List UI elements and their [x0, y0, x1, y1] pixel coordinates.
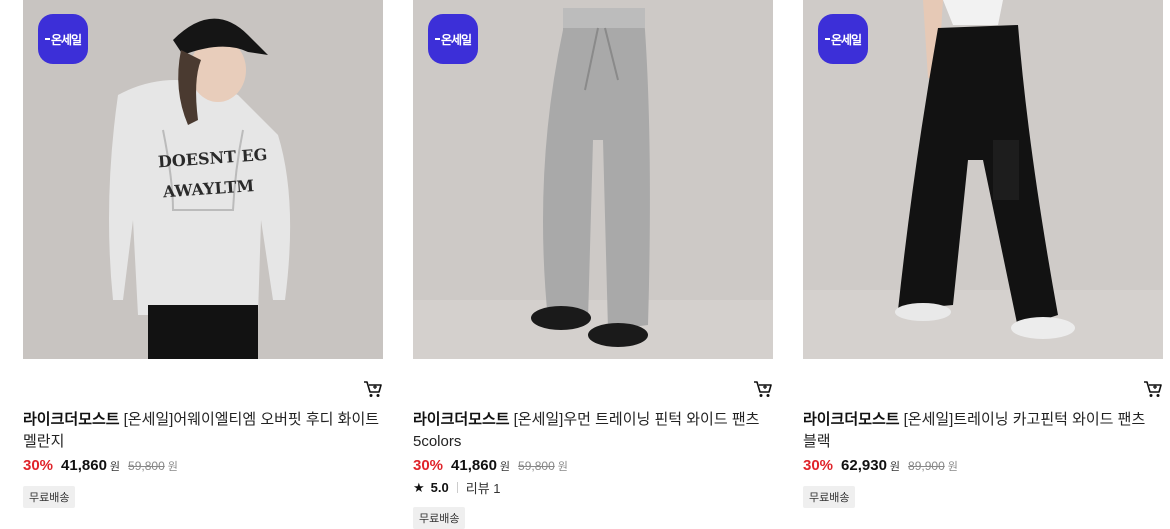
brand-name[interactable]: 라이크더모스트 — [23, 411, 120, 428]
price-row: 30% 41,860 원 59,800 원 — [23, 457, 178, 474]
free-shipping-badge: 무료배송 — [23, 486, 76, 508]
free-shipping-badge: 무료배송 — [803, 486, 856, 508]
product-image[interactable]: 온세일 — [803, 0, 1163, 359]
on-sale-badge: 온세일 — [818, 14, 868, 64]
currency-label: 원 — [109, 461, 121, 473]
review-count[interactable]: 리뷰 1 — [466, 478, 501, 497]
sale-price: 41,860 — [451, 457, 497, 474]
original-price: 59,800 — [518, 459, 555, 473]
currency-label: 원 — [889, 461, 901, 473]
product-title[interactable]: 라이크더모스트 [온세일]우먼 트레이닝 핀턱 와이드 팬츠 5colors — [413, 409, 773, 453]
rating-value: 5.0 — [430, 480, 449, 495]
discount-rate: 30% — [803, 457, 834, 474]
original-price: 89,900 — [908, 459, 945, 473]
discount-rate: 30% — [23, 457, 54, 474]
review-row[interactable]: ★ 5.0 리뷰 1 — [413, 478, 501, 497]
divider — [456, 482, 458, 493]
original-currency-label: 원 — [557, 461, 568, 473]
free-shipping-badge: 무료배송 — [413, 507, 466, 529]
product-title[interactable]: 라이크더모스트 [온세일]어웨이엘티엠 오버핏 후디 화이트멜란지 — [23, 409, 383, 453]
discount-rate: 30% — [413, 457, 444, 474]
on-sale-badge: 온세일 — [428, 14, 478, 64]
price-row: 30% 62,930 원 89,900 원 — [803, 457, 958, 474]
cart-icon[interactable] — [753, 380, 773, 398]
cart-icon[interactable] — [1143, 380, 1163, 398]
cart-icon[interactable] — [363, 380, 383, 398]
original-currency-label: 원 — [947, 461, 958, 473]
product-image[interactable]: 온세일 — [413, 0, 773, 359]
product-title[interactable]: 라이크더모스트 [온세일]트레이닝 카고핀턱 와이드 팬츠 블랙 — [803, 409, 1163, 453]
brand-name[interactable]: 라이크더모스트 — [803, 411, 900, 428]
sale-price: 62,930 — [841, 457, 887, 474]
sale-price: 41,860 — [61, 457, 107, 474]
star-icon: ★ — [413, 479, 425, 495]
currency-label: 원 — [499, 461, 511, 473]
original-currency-label: 원 — [167, 461, 178, 473]
brand-name[interactable]: 라이크더모스트 — [413, 411, 510, 428]
original-price: 59,800 — [128, 459, 165, 473]
on-sale-badge: 온세일 — [38, 14, 88, 64]
price-row: 30% 41,860 원 59,800 원 — [413, 457, 568, 474]
product-image[interactable]: DOESNT EG AWAYLTM 온세일 — [23, 0, 383, 359]
